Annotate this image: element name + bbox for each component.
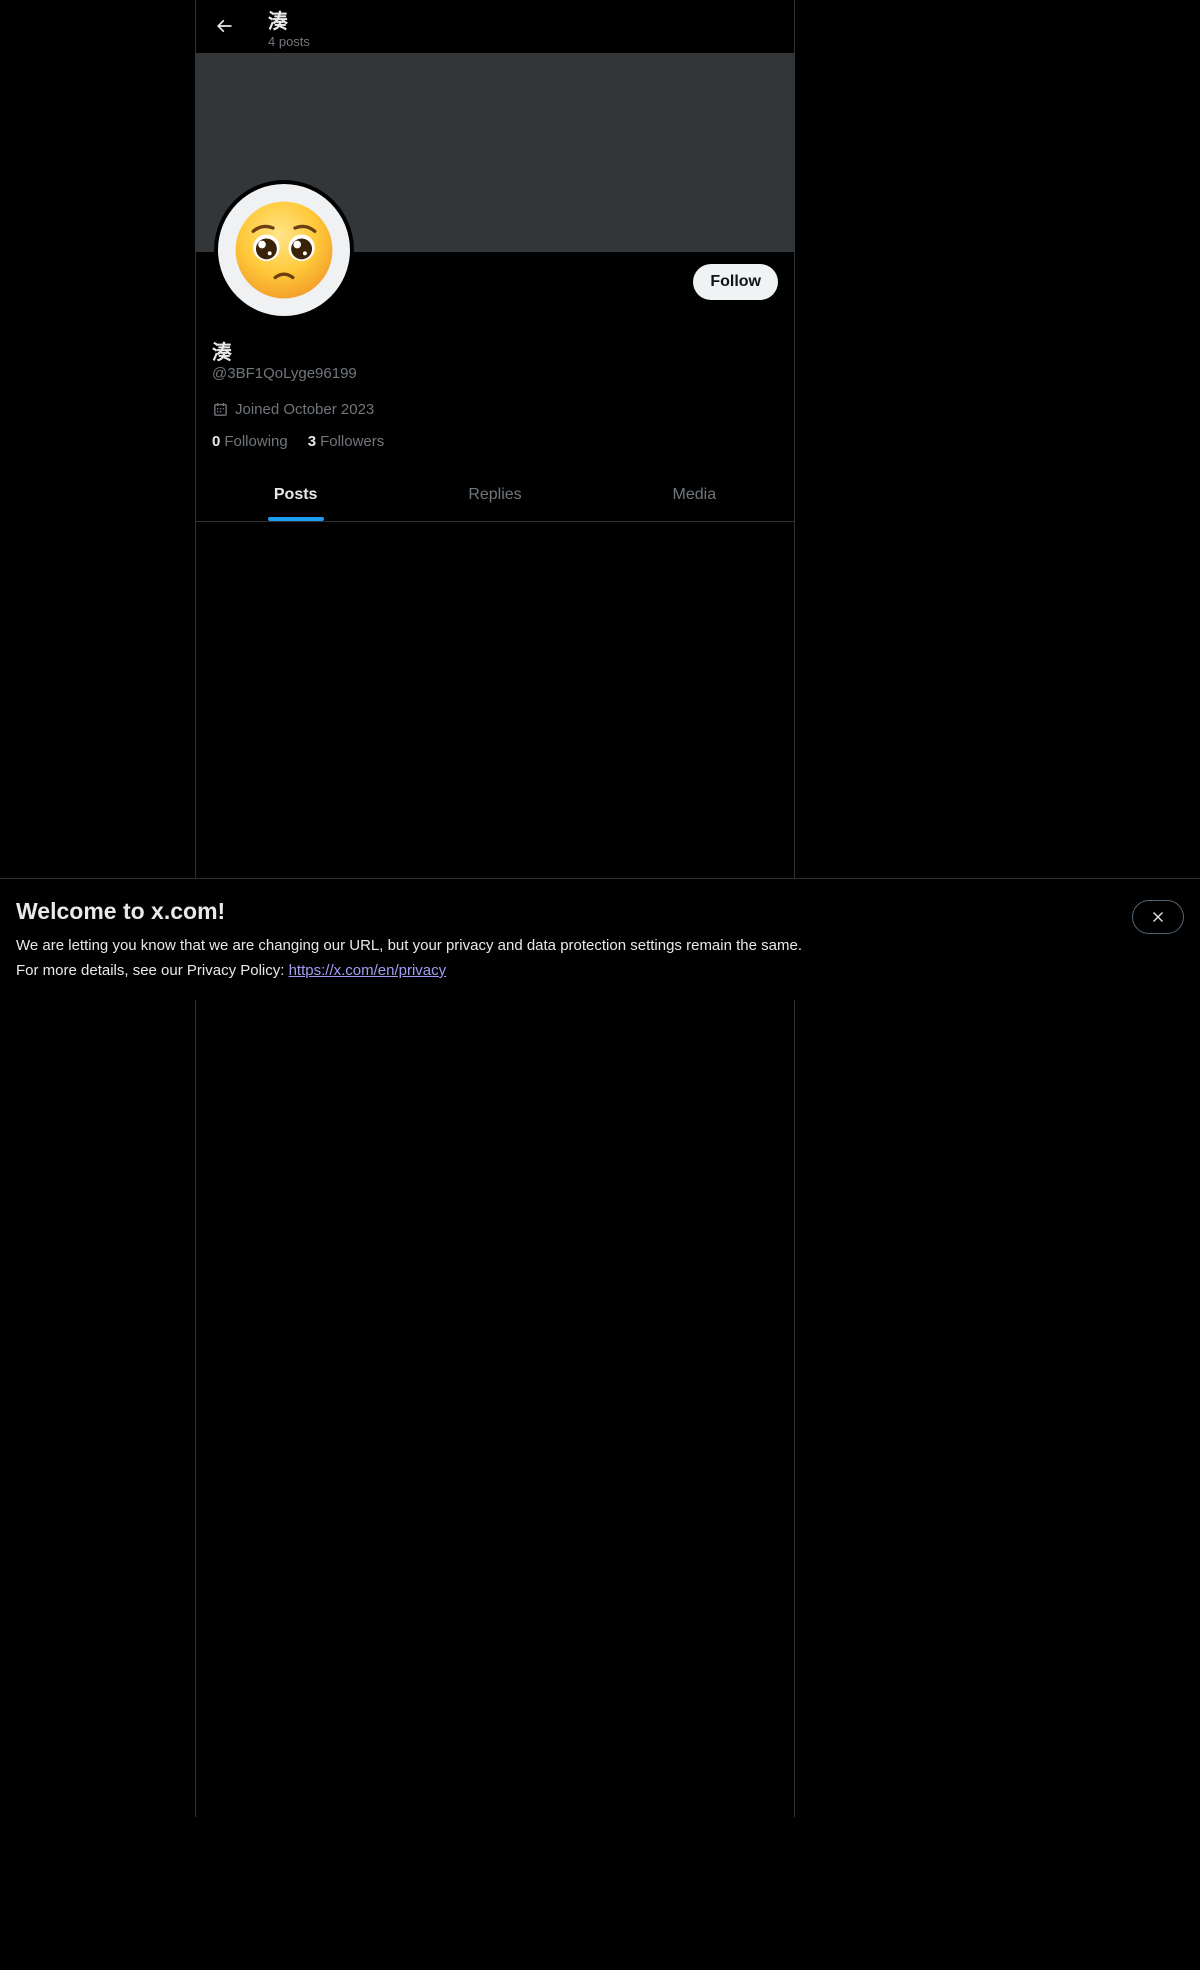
privacy-policy-link[interactable]: https://x.com/en/privacy xyxy=(289,962,447,979)
profile-stats: 0 Following 3 Followers xyxy=(212,433,384,450)
notice-close-button[interactable] xyxy=(1132,900,1184,934)
calendar-icon xyxy=(214,403,227,416)
tab-media-label: Media xyxy=(672,485,717,503)
active-tab-indicator xyxy=(267,517,324,521)
profile-header: 湊 4 posts xyxy=(196,0,794,53)
notice-privacy-prefix: For more details, see our Privacy Policy… xyxy=(16,962,289,979)
following-count: 0 xyxy=(212,433,221,450)
tab-posts[interactable]: Posts xyxy=(196,468,395,521)
follow-button[interactable]: Follow xyxy=(693,264,778,300)
notice-message: We are letting you know that we are chan… xyxy=(16,937,802,954)
notice-title: Welcome to x.com! xyxy=(16,898,226,924)
header-post-count: 4 posts xyxy=(268,34,310,49)
join-date: Joined October 2023 xyxy=(212,401,374,418)
display-name: 湊 xyxy=(212,342,232,364)
followers-label: Followers xyxy=(320,433,385,450)
pleading-face-emoji xyxy=(235,201,333,299)
page: 湊 4 posts Follow 湊 @3BF1QoLyge96199 Join… xyxy=(0,0,1200,1970)
arrow-left-icon xyxy=(216,19,232,33)
user-handle: @3BF1QoLyge96199 xyxy=(212,365,357,382)
avatar[interactable] xyxy=(214,180,354,320)
following-link[interactable]: 0 Following xyxy=(212,433,288,450)
tab-replies-label: Replies xyxy=(468,485,522,503)
url-change-notice: Welcome to x.com! We are letting you kno… xyxy=(0,878,1200,1000)
join-date-label: Joined October 2023 xyxy=(235,401,375,418)
notice-privacy-line: For more details, see our Privacy Policy… xyxy=(16,962,446,979)
header-title: 湊 xyxy=(268,11,288,33)
close-icon xyxy=(1153,912,1163,922)
followers-count: 3 xyxy=(307,433,317,450)
tab-media[interactable]: Media xyxy=(595,468,794,521)
back-button[interactable] xyxy=(206,8,242,44)
avatar-image xyxy=(218,184,350,316)
following-label: Following xyxy=(224,433,288,450)
tab-posts-label: Posts xyxy=(273,485,318,503)
profile-tabs: Posts Replies Media xyxy=(196,468,794,522)
tab-replies[interactable]: Replies xyxy=(395,468,594,521)
followers-link[interactable]: 3 Followers xyxy=(308,433,385,450)
